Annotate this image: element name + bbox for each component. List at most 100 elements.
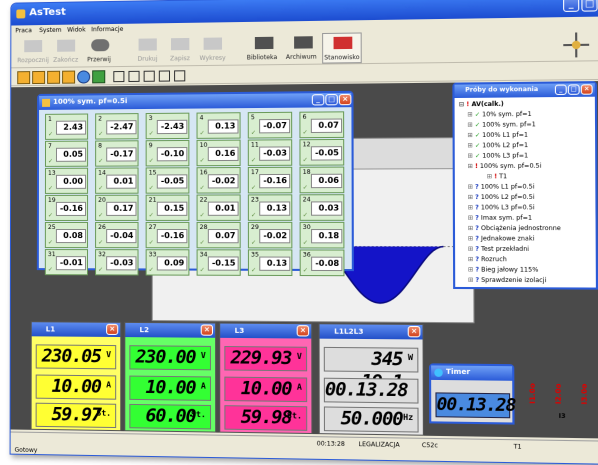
status-mark-icon: !	[494, 173, 497, 180]
tree-item[interactable]: ⊞ ? Rozruch	[468, 256, 507, 263]
tree-item[interactable]: ⊞ ? Sprawdzenie izolacji	[468, 277, 546, 285]
layout-icon-2[interactable]	[128, 71, 139, 82]
grid-close-button[interactable]: ×	[339, 94, 352, 105]
maximize-button[interactable]: □	[581, 0, 597, 12]
menu-praca[interactable]: Praca	[15, 27, 32, 34]
check-icon: ✓	[303, 129, 308, 136]
check-icon: ✓	[48, 239, 53, 246]
tree-item[interactable]: ⊞ ? 100% L3 pf=0.5i	[468, 204, 535, 211]
cell-value: 0.07	[311, 118, 342, 133]
menu-widok[interactable]: Widok	[67, 26, 85, 33]
meter-close-button[interactable]: ×	[106, 324, 118, 335]
finish-button[interactable]: Zakończ	[51, 36, 81, 66]
save-button[interactable]: Zapisz	[166, 35, 195, 66]
meter-close-button[interactable]: ×	[201, 324, 213, 335]
tree-expander-icon[interactable]: ⊞	[468, 194, 475, 201]
check-icon: ✓	[149, 212, 154, 219]
meter-close-button[interactable]: ×	[408, 326, 421, 337]
app-icon	[16, 9, 25, 18]
tree-expander-icon[interactable]: ⊞	[468, 215, 475, 222]
tree-item[interactable]: ⊞ ! T1	[487, 173, 507, 180]
cell-value: 0.16	[208, 147, 239, 161]
tree-expander-icon[interactable]: ⊞	[467, 111, 474, 118]
tool-icon-2[interactable]	[32, 71, 45, 84]
tree-expander-icon[interactable]: ⊞	[468, 184, 475, 191]
tool-icon-4[interactable]	[62, 71, 75, 84]
station-icon	[334, 37, 353, 49]
tree-item[interactable]: ⊞ ✓ 10% sym. pf=1	[467, 111, 531, 119]
tree-item-label: Sprawdzenie izolacji	[481, 277, 546, 285]
layout-icon-1[interactable]	[113, 71, 124, 82]
status-mark-icon: ?	[475, 235, 479, 242]
clock-icon[interactable]	[77, 70, 90, 83]
layout-icon-5[interactable]	[174, 70, 185, 81]
tree-item[interactable]: ⊞ ? Jednakowe znaki	[468, 235, 535, 242]
result-cell: 5-0.07✓	[248, 112, 292, 139]
tree-root[interactable]: ⊟ ! AV(calk.)	[459, 101, 504, 109]
cell-index: 7	[48, 143, 52, 150]
grid-minimize-button[interactable]: _	[312, 94, 324, 105]
cell-value: 0.03	[311, 201, 342, 215]
tree-item[interactable]: ⊞ ? Bieg jałowy 115%	[468, 266, 538, 273]
tree-expander-icon[interactable]: ⊞	[468, 225, 475, 232]
tree-close-button[interactable]: ×	[581, 84, 593, 95]
reading-value: 230.00	[135, 346, 195, 368]
tree-item[interactable]: ⊞ ? 100% L1 pf=0.5i	[468, 183, 535, 190]
tree-item[interactable]: ⊞ ! 100% sym. pf=0.5i	[468, 163, 542, 171]
minimize-button[interactable]: _	[563, 0, 579, 12]
menu-informacje[interactable]: Informacje	[91, 26, 123, 33]
tree-expander-icon[interactable]: ⊞	[467, 122, 474, 129]
result-cell: 200.17✓	[95, 195, 138, 221]
cell-value: 0.15	[157, 202, 188, 216]
tree-item[interactable]: ⊞ ? Test przekładni	[468, 246, 529, 253]
tree-expander-icon[interactable]: ⊞	[468, 204, 475, 211]
tree-expander-icon[interactable]: ⊞	[468, 256, 475, 263]
tool-icon-3[interactable]	[47, 71, 60, 84]
tree-expander-icon[interactable]: ⊞	[467, 142, 474, 149]
status-mark-icon: ?	[475, 246, 479, 253]
tree-item[interactable]: ⊞ ✓ 100% L2 pf=1	[467, 142, 528, 150]
tree-item[interactable]: ⊞ ✓ 100% sym. pf=1	[467, 121, 535, 129]
station-button[interactable]: Stanowisko	[322, 32, 362, 63]
tree-expander-icon[interactable]: ⊞	[467, 153, 474, 160]
grid-maximize-button[interactable]: □	[325, 94, 338, 105]
result-cell: 19-0.16✓	[45, 195, 88, 221]
check-icon: ✓	[149, 130, 154, 137]
tree-expander-icon[interactable]: ⊞	[468, 277, 475, 284]
tree-item[interactable]: ⊞ ✓ 100% L3 pf=1	[467, 152, 528, 160]
tree-expander-icon[interactable]: ⊞	[487, 173, 494, 180]
layout-icon-4[interactable]	[159, 70, 170, 81]
grid-window-icon	[42, 99, 50, 107]
cell-value: 0.00	[56, 175, 86, 189]
status-mark-icon: ?	[475, 194, 479, 201]
tree-item[interactable]: ⊞ ✓ 100% L1 pf=1	[467, 132, 528, 140]
tree-minimize-button[interactable]: _	[555, 85, 567, 95]
reading-unit: A	[106, 374, 111, 396]
tree-item[interactable]: ⊞ ? Obciążenia jednostronne	[468, 225, 561, 232]
menu-system[interactable]: System	[39, 27, 61, 34]
tree-item-label: Jednakowe znaki	[481, 235, 535, 242]
tree-item[interactable]: ⊞ ? Imax sym. pf=1	[468, 214, 532, 221]
meter-title: L3	[235, 327, 245, 335]
meter-close-button[interactable]: ×	[297, 325, 310, 336]
charts-button[interactable]: Wykresy	[196, 34, 229, 65]
tree-expander-icon[interactable]: ⊞	[468, 235, 475, 242]
result-cell: 300.18✓	[300, 222, 345, 249]
result-cell: 180.06✓	[299, 167, 344, 194]
cell-value: 0.17	[106, 202, 136, 216]
reading-value: 10.00	[241, 378, 292, 400]
layout-icon-3[interactable]	[144, 71, 155, 82]
archive-button[interactable]: Archiwum	[285, 33, 322, 64]
tree-expander-icon[interactable]: ⊞	[467, 132, 474, 139]
tool-icon-1[interactable]	[17, 71, 30, 84]
tree-expander-icon[interactable]: ⊞	[468, 266, 475, 273]
abort-button[interactable]: Przerwij	[85, 36, 115, 66]
tree-expander-icon[interactable]: ⊞	[468, 163, 475, 170]
display-icon[interactable]	[92, 70, 105, 83]
library-button[interactable]: Biblioteka	[246, 34, 283, 65]
tree-expander-icon[interactable]: ⊞	[468, 246, 475, 253]
start-button[interactable]: Rozpocznij	[17, 37, 49, 67]
print-button[interactable]: Drukuj	[134, 35, 162, 66]
tree-maximize-button[interactable]: □	[568, 84, 580, 95]
tree-item[interactable]: ⊞ ? 100% L2 pf=0.5i	[468, 194, 535, 201]
